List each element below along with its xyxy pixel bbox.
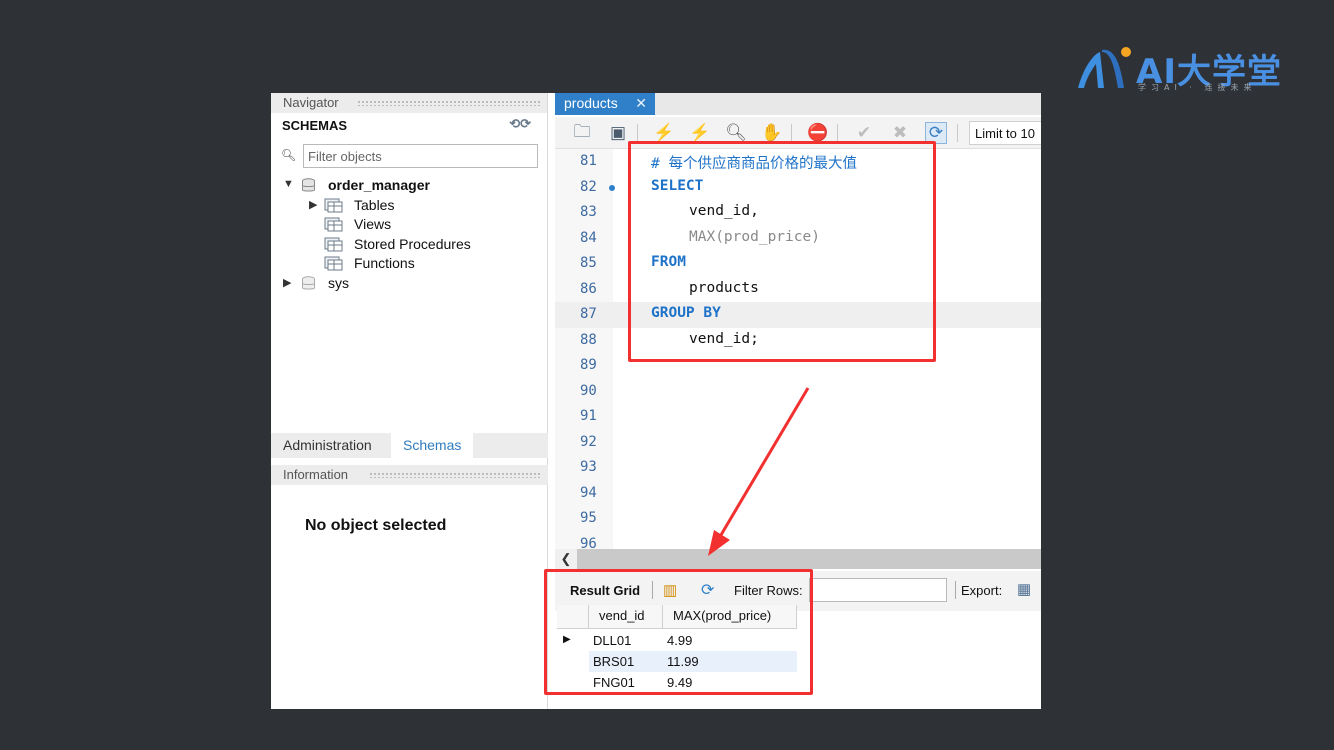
- annotation-arrow-icon: [708, 387, 810, 556]
